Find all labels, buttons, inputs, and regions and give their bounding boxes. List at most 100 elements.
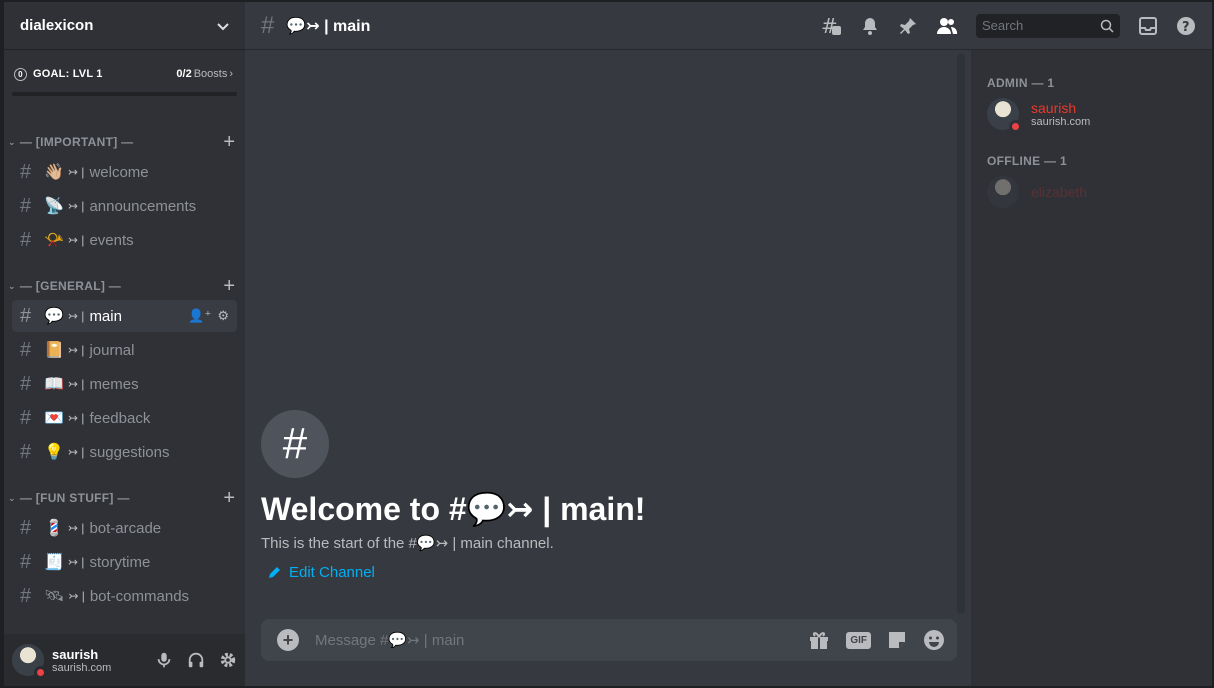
discord-window: dialexicon 0 GOAL: LVL 1 0/2 Boosts › ⌄ —… [4,2,1212,686]
channel-item[interactable]: # 👋🏼 ↣ | welcome [12,156,237,188]
hash-icon: # [20,160,32,183]
pin-icon[interactable] [898,16,918,36]
member-status: saurish.com [1031,116,1091,128]
channel-name: main [89,307,122,325]
channel-name: announcements [89,197,197,215]
threads-icon[interactable]: # [820,15,842,37]
emoji-icon[interactable] [923,629,945,651]
channel-item[interactable]: # 📯 ↣ | events [12,224,237,256]
hash-icon: # [20,584,32,607]
boost-goal-label: GOAL: LVL 1 [33,68,103,80]
gift-icon[interactable] [808,629,830,651]
chevron-down-icon: ⌄ [8,280,16,291]
hash-icon: # [261,11,275,39]
channel-item[interactable]: # 💈 ↣ | bot-arcade [12,512,237,544]
help-icon[interactable]: ? [1176,16,1196,36]
hash-icon: # [261,410,329,478]
member-name: saurish [1031,100,1077,116]
search-input[interactable]: Search [976,13,1120,38]
add-attachment-button[interactable]: + [277,629,299,651]
microphone-icon[interactable] [155,651,173,669]
channel-item[interactable]: # 💬 ↣ | main 👤⁺ ⚙ [12,300,237,332]
arrow-separator: ↣ | [67,343,85,357]
arrow-separator: ↣ | [68,589,85,603]
channel-emoji: 📯 [44,232,64,249]
add-channel-icon[interactable]: + [223,276,235,296]
channel-item[interactable]: # 💌 ↣ | feedback [12,402,237,434]
chat-area: # 💬↣ | main # Search ? # Welcome to #💬↣ … [245,2,1212,686]
hash-icon: # [20,338,32,361]
channel-name: storytime [89,553,151,571]
arrow-separator: ↣ | [67,165,85,179]
boost-goal[interactable]: 0 GOAL: LVL 1 0/2 Boosts › [4,56,245,92]
category-name: — [IMPORTANT] — [19,135,134,149]
edit-channel-link[interactable]: Edit Channel [261,564,645,581]
server-name: dialexicon [20,17,94,34]
member-item[interactable]: elizabeth [987,174,1204,210]
headphones-icon[interactable] [187,651,205,669]
add-channel-icon[interactable]: + [223,488,235,508]
category-name: — [FUN STUFF] — [19,491,130,505]
channel-item[interactable]: # 📡 ↣ | announcements [12,190,237,222]
avatar[interactable] [12,644,47,679]
add-channel-icon[interactable]: + [223,132,235,152]
channel-name: feedback [89,409,151,427]
channel-emoji: 👋🏼 [44,164,64,181]
hash-icon: # [20,516,32,539]
arrow-separator: ↣ | [67,411,85,425]
channel-name: welcome [89,163,149,181]
invite-icon[interactable]: 👤⁺ [188,308,211,324]
arrow-separator: ↣ | [67,309,85,323]
channel-item[interactable]: # 📖 ↣ | memes [12,368,237,400]
member-name: elizabeth [1031,184,1088,200]
channel-item[interactable]: # 🛰 ↣ | bot-commands [12,580,237,612]
chevron-right-icon: › [229,68,233,80]
channel-emoji: 🛰 [44,588,65,605]
settings-gear-icon[interactable]: ⚙ [217,308,229,324]
notification-bell-icon[interactable] [860,16,880,36]
user-name: saurish [52,646,99,662]
channel-item[interactable]: # 💡 ↣ | suggestions [12,436,237,468]
sticker-icon[interactable] [887,630,907,650]
hash-icon: # [20,372,32,395]
user-tag: saurish.com [52,661,112,674]
arrow-separator: ↣ | [67,199,85,213]
member-item[interactable]: saurish saurish.com [987,96,1204,133]
category-name: — [GENERAL] — [19,279,122,293]
channel-item[interactable]: # 📔 ↣ | journal [12,334,237,366]
hash-icon: # [20,406,32,429]
inbox-icon[interactable] [1138,16,1158,36]
channel-item[interactable]: # 🧾 ↣ | storytime [12,546,237,578]
gif-button[interactable]: GIF [846,631,871,649]
svg-text:?: ? [1182,20,1190,35]
server-header[interactable]: dialexicon [4,2,245,50]
channel-category[interactable]: ⌄ — [IMPORTANT] — + [4,130,245,154]
member-list: ADMIN — 1 saurish saurish.com OFFLINE — … [971,50,1212,686]
member-list-icon[interactable] [936,16,958,36]
arrow-separator: ↣ | [67,233,85,247]
channel-category[interactable]: ⌄ — [GENERAL] — + [4,274,245,298]
chat-header: # 💬↣ | main # Search ? [245,2,1212,50]
boost-progress-bar [12,92,237,96]
channel-name: suggestions [89,443,170,461]
scrollbar[interactable] [957,54,965,614]
channel-emoji: 💌 [44,410,64,427]
settings-gear-icon[interactable] [219,651,237,669]
channel-title: 💬↣ | main [286,17,371,35]
search-placeholder: Search [982,18,1024,33]
welcome-subtitle: This is the start of the #💬↣ | main chan… [261,535,554,552]
member-category-admin: ADMIN — 1 [987,76,1055,90]
arrow-separator: ↣ | [67,521,85,535]
boost-count: 0/2 [176,68,192,80]
channel-emoji: 💈 [44,520,64,537]
edit-channel-label: Edit Channel [289,564,375,581]
message-input[interactable]: Message #💬↣ | main [315,631,464,649]
hash-icon: # [20,228,32,251]
pencil-icon [269,566,280,578]
avatar [987,98,1022,133]
channel-category[interactable]: ⌄ — [FUN STUFF] — + [4,486,245,510]
welcome-title: Welcome to #💬↣ | main! [261,491,646,527]
channel-welcome: # Welcome to #💬↣ | main! This is the sta… [261,410,645,581]
channel-emoji: 📔 [44,342,64,359]
channel-name: journal [89,341,135,359]
